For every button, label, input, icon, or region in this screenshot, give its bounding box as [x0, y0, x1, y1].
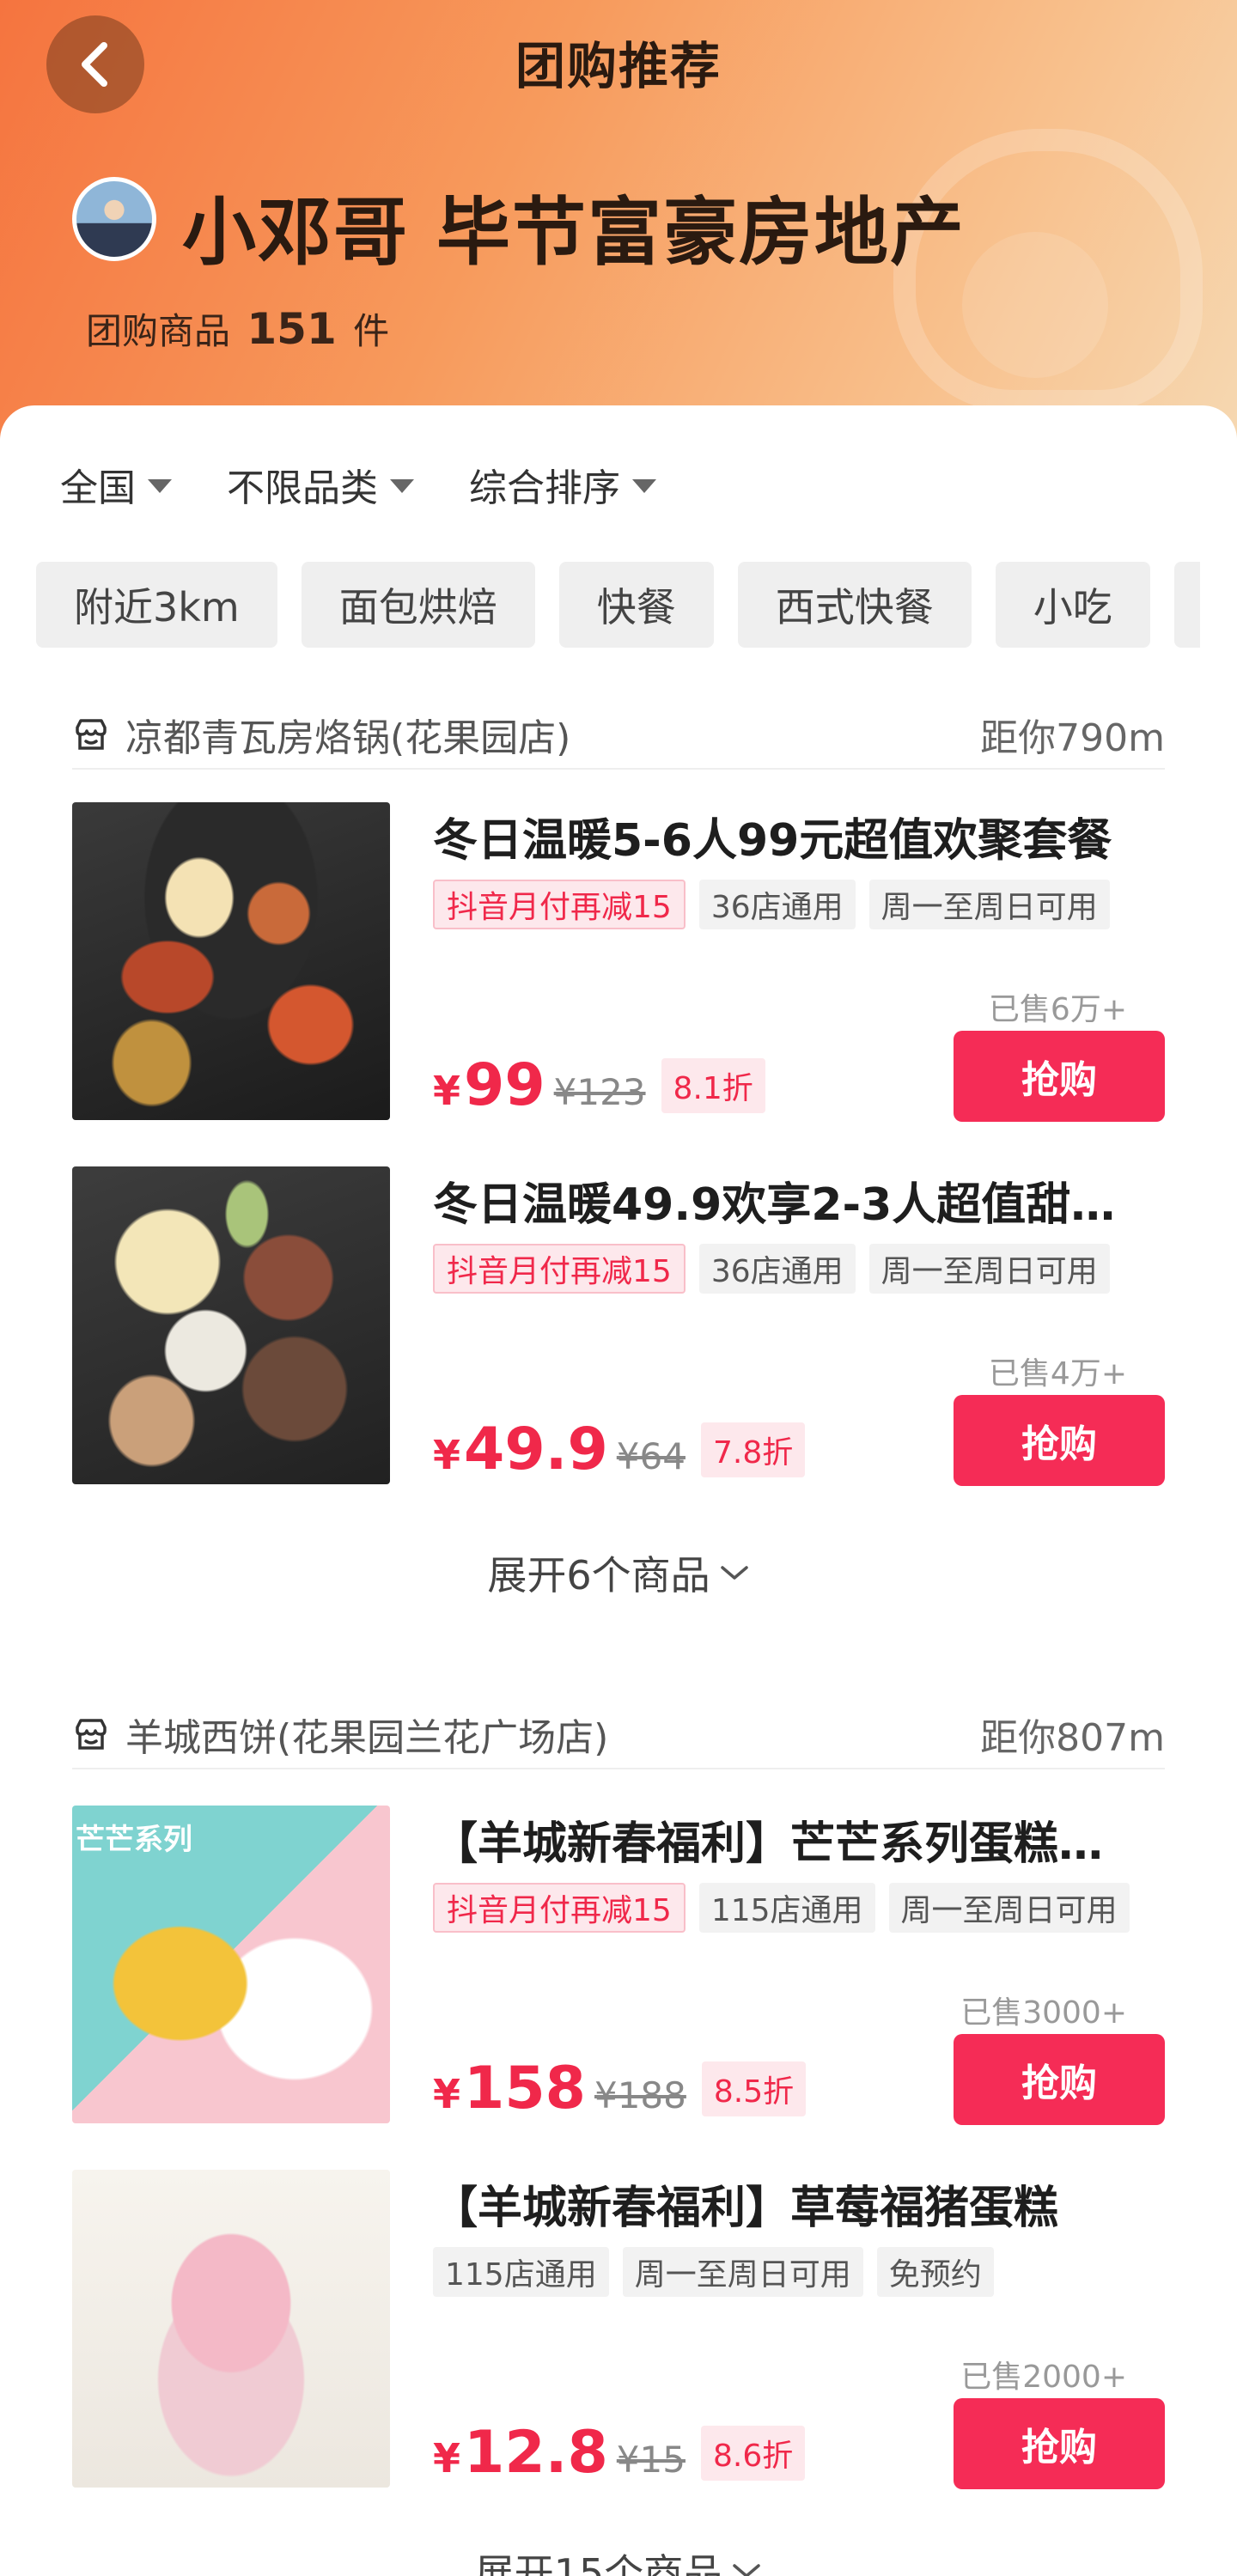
original-price: ¥123: [553, 1071, 646, 1113]
store-title: 凉都青瓦房烙锅(花果园店): [125, 716, 571, 760]
price-row: ¥ 99 ¥123 8.1折: [433, 1051, 765, 1119]
product-image[interactable]: [72, 802, 390, 1120]
chip-nearby[interactable]: 附近3km: [36, 562, 277, 648]
product-image[interactable]: [72, 1166, 390, 1484]
product-item[interactable]: 芒芒系列 【羊城新春福利】芒芒系列蛋糕2… 抖音月付再减15 115店通用 周一…: [72, 1806, 1165, 2125]
goods-count-prefix: 团购商品: [86, 310, 231, 352]
product-title: 【羊城新春福利】草莓福猪蛋糕: [433, 2183, 1059, 2234]
product-tags: 115店通用 周一至周日可用 免预约: [433, 2247, 994, 2297]
product-item[interactable]: 冬日温暖5-6人99元超值欢聚套餐 抖音月付再减15 36店通用 周一至周日可用…: [72, 802, 1165, 1122]
original-price: ¥15: [616, 2439, 686, 2481]
expand-products-button[interactable]: 展开15个商品: [36, 2543, 1201, 2576]
expand-label: 展开6个商品: [487, 1552, 710, 1599]
store-header[interactable]: 凉都青瓦房烙锅(花果园店) 距你790m: [72, 701, 1165, 770]
store-title: 羊城西饼(花果园兰花广场店): [125, 1716, 609, 1760]
chip-overflow[interactable]: [1173, 562, 1200, 648]
sold-count: 已售3000+: [960, 1995, 1127, 2031]
promo-tag: 抖音月付再减15: [433, 1244, 686, 1294]
price: 99: [464, 1051, 545, 1119]
filter-bar: 全国 不限品类 综合排序: [60, 457, 656, 512]
expand-products-button[interactable]: 展开6个商品: [36, 1544, 1201, 1601]
caret-down-icon: [632, 479, 656, 493]
chevron-down-icon: [733, 2564, 761, 2576]
original-price: ¥64: [616, 1435, 686, 1477]
store-card: 羊城西饼(花果园兰花广场店) 距你807m 芒芒系列 【羊城新春福利】芒芒系列蛋…: [36, 1675, 1201, 2576]
discount-badge: 8.6折: [700, 2425, 806, 2481]
currency-symbol: ¥: [433, 1068, 461, 1114]
chip-snacks[interactable]: 小吃: [995, 562, 1150, 648]
goods-count-number: 151: [247, 304, 337, 354]
goods-count-suffix: 件: [353, 310, 390, 352]
discount-badge: 8.5折: [701, 2061, 807, 2116]
currency-symbol: ¥: [433, 2071, 461, 2117]
page-title: 团购推荐: [515, 37, 722, 95]
buy-button[interactable]: 抢购: [954, 2034, 1165, 2125]
currency-symbol: ¥: [433, 1432, 461, 1478]
price: 158: [464, 2055, 586, 2122]
discount-badge: 8.1折: [661, 1057, 765, 1113]
chip-western-fastfood[interactable]: 西式快餐: [737, 562, 972, 648]
discount-badge: 7.8折: [700, 1422, 806, 1477]
stores-tag: 115店通用: [698, 1883, 875, 1933]
stores-tag: 36店通用: [698, 1244, 856, 1294]
product-item[interactable]: 冬日温暖49.9欢享2-3人超值甜… 抖音月付再减15 36店通用 周一至周日可…: [72, 1166, 1165, 1486]
no-reservation-tag: 免预约: [876, 2247, 994, 2297]
product-title: 【羊城新春福利】芒芒系列蛋糕2…: [433, 1818, 1130, 1870]
sold-count: 已售6万+: [988, 992, 1127, 1027]
store-distance: 距你790m: [980, 716, 1165, 760]
price-row: ¥ 12.8 ¥15 8.6折: [433, 2419, 806, 2487]
original-price: ¥188: [594, 2074, 686, 2116]
goods-count: 团购商品 151 件: [86, 302, 389, 355]
buy-button[interactable]: 抢购: [954, 2398, 1165, 2489]
header-decoration-circle: [962, 232, 1108, 378]
price: 12.8: [464, 2419, 608, 2487]
availability-tag: 周一至周日可用: [868, 880, 1110, 929]
product-tags: 抖音月付再减15 36店通用 周一至周日可用: [433, 1244, 1110, 1294]
caret-down-icon: [390, 479, 414, 493]
store-name: 小邓哥 毕节富豪房地产: [182, 190, 966, 276]
filter-region[interactable]: 全国: [60, 457, 172, 512]
promo-tag: 抖音月付再减15: [433, 880, 686, 929]
currency-symbol: ¥: [433, 2435, 461, 2482]
price-row: ¥ 49.9 ¥64 7.8折: [433, 1416, 806, 1483]
category-chips: 附近3km 面包烘焙 快餐 西式快餐 小吃: [36, 562, 1200, 648]
price-row: ¥ 158 ¥188 8.5折: [433, 2055, 807, 2122]
store-header[interactable]: 羊城西饼(花果园兰花广场店) 距你807m: [72, 1701, 1165, 1769]
filter-sort-label: 综合排序: [469, 466, 620, 510]
sold-count: 已售2000+: [960, 2360, 1127, 2395]
filter-region-label: 全国: [60, 466, 136, 510]
promo-tag: 抖音月付再减15: [433, 1883, 686, 1933]
shop-icon: [76, 1719, 107, 1750]
filter-category[interactable]: 不限品类: [227, 457, 414, 512]
filter-sort[interactable]: 综合排序: [469, 457, 656, 512]
product-tags: 抖音月付再减15 115店通用 周一至周日可用: [433, 1883, 1130, 1933]
chevron-down-icon: [720, 1566, 748, 1580]
store-card: 凉都青瓦房烙锅(花果园店) 距你790m 冬日温暖5-6人99元超值欢聚套餐 抖…: [36, 675, 1201, 1651]
buy-button[interactable]: 抢购: [954, 1395, 1165, 1486]
availability-tag: 周一至周日可用: [622, 2247, 863, 2297]
product-image[interactable]: [72, 2170, 390, 2488]
price: 49.9: [464, 1416, 608, 1483]
product-tags: 抖音月付再减15 36店通用 周一至周日可用: [433, 880, 1110, 929]
expand-label: 展开15个商品: [474, 2550, 723, 2576]
shop-icon: [76, 719, 107, 750]
availability-tag: 周一至周日可用: [888, 1883, 1130, 1933]
availability-tag: 周一至周日可用: [868, 1244, 1110, 1294]
product-title: 冬日温暖5-6人99元超值欢聚套餐: [433, 815, 1112, 867]
sold-count: 已售4万+: [988, 1356, 1127, 1392]
avatar[interactable]: [72, 177, 156, 261]
caret-down-icon: [148, 479, 172, 493]
stores-tag: 115店通用: [433, 2247, 609, 2297]
product-item[interactable]: 【羊城新春福利】草莓福猪蛋糕 115店通用 周一至周日可用 免预约 已售2000…: [72, 2170, 1165, 2489]
filter-category-label: 不限品类: [227, 466, 378, 510]
buy-button[interactable]: 抢购: [954, 1031, 1165, 1122]
product-image[interactable]: 芒芒系列: [72, 1806, 390, 2123]
chip-bakery[interactable]: 面包烘焙: [301, 562, 535, 648]
stores-tag: 36店通用: [698, 880, 856, 929]
image-caption: 芒芒系列: [76, 1823, 192, 1857]
store-distance: 距你807m: [980, 1716, 1165, 1760]
product-title: 冬日温暖49.9欢享2-3人超值甜…: [433, 1179, 1116, 1231]
chip-fastfood[interactable]: 快餐: [558, 562, 714, 648]
